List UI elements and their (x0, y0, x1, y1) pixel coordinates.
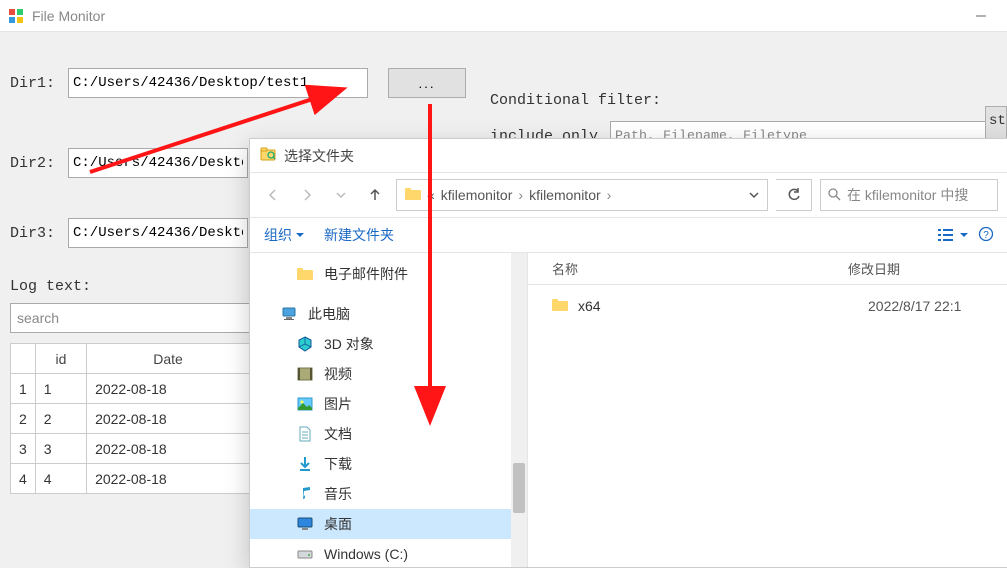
dialog-icon (260, 146, 276, 165)
tree-scrollbar[interactable] (511, 253, 527, 567)
organize-menu[interactable]: 组织 (264, 225, 304, 245)
new-folder-button[interactable]: 新建文件夹 (324, 225, 394, 245)
folder-search-placeholder: 在 kfilemonitor 中搜 (847, 185, 968, 205)
pc-icon (280, 306, 298, 322)
svg-text:?: ? (983, 230, 989, 241)
dialog-title: 选择文件夹 (284, 146, 354, 166)
breadcrumb-prefix: « (427, 187, 435, 203)
log-search-input[interactable] (10, 303, 250, 333)
log-table: id Date 1 1 2022-08-18 2 2 2022-08-18 3 … (10, 343, 250, 494)
folder-icon (296, 267, 314, 281)
breadcrumb-part2[interactable]: kfilemonitor (529, 187, 601, 203)
tree-item-documents[interactable]: 文档 (250, 419, 527, 449)
dialog-titlebar: 选择文件夹 (250, 139, 1007, 173)
search-icon (827, 187, 841, 204)
conditional-filter-label: Conditional filter: (490, 92, 1005, 109)
list-item[interactable]: x64 2022/8/17 22:1 (528, 291, 1007, 321)
document-icon (296, 426, 314, 442)
breadcrumb-part1[interactable]: kfilemonitor (441, 187, 513, 203)
tree-item-pictures[interactable]: 图片 (250, 389, 527, 419)
table-row[interactable]: 2 2 2022-08-18 (11, 404, 250, 434)
breadcrumb-dropdown[interactable] (749, 187, 759, 203)
app-icon (8, 8, 24, 24)
window-title: File Monitor (32, 8, 963, 24)
tree-item-drive-c[interactable]: Windows (C:) (250, 539, 527, 567)
tree-item-videos[interactable]: 视频 (250, 359, 527, 389)
dir1-input[interactable] (68, 68, 368, 98)
music-icon (296, 486, 314, 502)
log-rownum-header (11, 344, 36, 374)
breadcrumb[interactable]: « kfilemonitor › kfilemonitor › (396, 179, 768, 211)
table-row[interactable]: 4 4 2022-08-18 (11, 464, 250, 494)
list-column-date[interactable]: 修改日期 (848, 259, 1007, 278)
folder-icon (552, 298, 568, 315)
nav-forward-button[interactable] (294, 182, 320, 208)
tree-item-email-attachments[interactable]: 电子邮件附件 (250, 259, 527, 289)
desktop-icon (296, 517, 314, 531)
tree-item-downloads[interactable]: 下载 (250, 449, 527, 479)
table-row[interactable]: 3 3 2022-08-18 (11, 434, 250, 464)
log-date-header: Date (87, 344, 250, 374)
view-options-button[interactable] (938, 228, 968, 242)
tree-item-music[interactable]: 音乐 (250, 479, 527, 509)
dir2-label: Dir2: (10, 155, 68, 172)
picture-icon (296, 397, 314, 411)
help-button[interactable]: ? (978, 226, 994, 245)
cube3d-icon (296, 336, 314, 352)
chevron-right-icon: › (607, 187, 612, 203)
chevron-right-icon: › (518, 187, 523, 203)
folder-icon (405, 187, 421, 204)
refresh-button[interactable] (776, 179, 812, 211)
tree-item-3d-objects[interactable]: 3D 对象 (250, 329, 527, 359)
dir1-label: Dir1: (10, 75, 68, 92)
nav-up-button[interactable] (362, 182, 388, 208)
video-icon (296, 367, 314, 381)
nav-recent-dropdown[interactable] (328, 182, 354, 208)
title-bar: File Monitor (0, 0, 1007, 32)
folder-tree[interactable]: 电子邮件附件 此电脑 3D 对象 视频 图片 文档 (250, 253, 528, 567)
tree-item-desktop[interactable]: 桌面 (250, 509, 527, 539)
log-id-header: id (35, 344, 86, 374)
dir3-label: Dir3: (10, 225, 68, 242)
folder-list: 名称 修改日期 x64 2022/8/17 22:1 (528, 253, 1007, 567)
list-column-name[interactable]: 名称 (528, 259, 848, 278)
dir3-input[interactable] (68, 218, 248, 248)
dir1-browse-button[interactable]: ... (388, 68, 466, 98)
download-icon (296, 456, 314, 472)
table-row[interactable]: 1 1 2022-08-18 (11, 374, 250, 404)
nav-back-button[interactable] (260, 182, 286, 208)
dir2-input[interactable] (68, 148, 248, 178)
tree-item-this-pc[interactable]: 此电脑 (250, 299, 527, 329)
drive-icon (296, 548, 314, 560)
minimize-button[interactable] (963, 4, 999, 28)
folder-search-input[interactable]: 在 kfilemonitor 中搜 (820, 179, 998, 211)
folder-picker-dialog: 选择文件夹 « kfilemonitor › kfilemonitor › (249, 138, 1007, 568)
